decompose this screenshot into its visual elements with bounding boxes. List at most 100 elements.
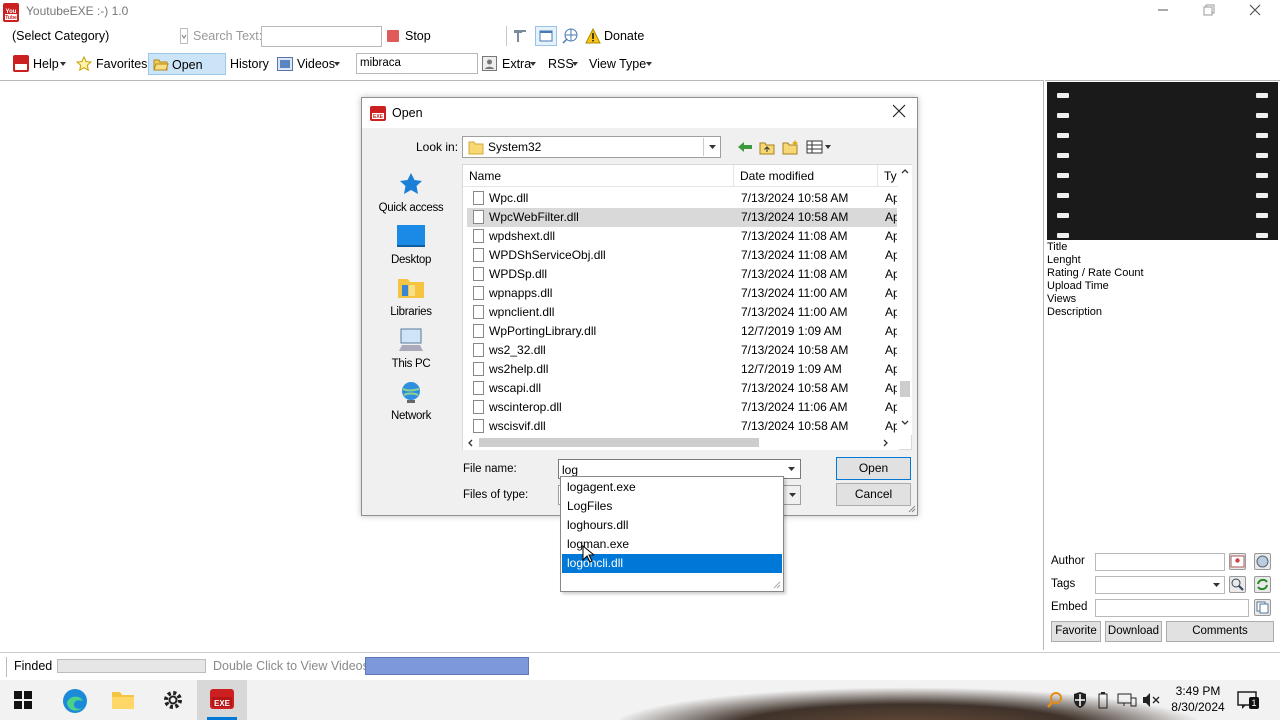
file-row[interactable]: WPDShServiceObj.dll 7/13/2024 11:08 AM Ap <box>467 246 897 265</box>
notification-center-button[interactable]: 1 <box>1237 690 1259 710</box>
category-select[interactable]: (Select Category) <box>12 25 109 47</box>
column-date-modified[interactable]: Date modified <box>740 169 814 183</box>
file-row[interactable]: ws2help.dll 12/7/2019 1:09 AM Ap <box>467 360 897 379</box>
column-name[interactable]: Name <box>469 169 501 183</box>
volume-tray-button[interactable] <box>1141 691 1161 709</box>
place-libraries[interactable]: Libraries <box>370 276 452 318</box>
video-search-input[interactable]: mibraca <box>356 53 478 74</box>
download-button[interactable]: Download <box>1105 621 1162 642</box>
comments-button[interactable]: Comments <box>1166 621 1274 642</box>
favorites-button[interactable]: Favorites <box>96 53 147 75</box>
film-hole <box>1057 133 1069 138</box>
autocomplete-item[interactable]: loghours.dll <box>562 516 782 535</box>
embed-field[interactable] <box>1095 599 1249 617</box>
toolbar-primary: (Select Category) Search Text: Stop Dona… <box>0 24 1280 50</box>
minimize-button[interactable] <box>1140 2 1186 22</box>
file-type: Ap <box>885 343 897 357</box>
stop-button[interactable]: Stop <box>405 25 431 47</box>
autocomplete-item-selected[interactable]: logoncli.dll <box>562 554 782 573</box>
tags-refresh-button[interactable] <box>1254 576 1271 593</box>
look-in-dropdown-arrow[interactable] <box>703 138 720 156</box>
place-network[interactable]: Network <box>370 380 452 422</box>
file-row[interactable]: Wpc.dll 7/13/2024 10:58 AM Ap <box>467 189 897 208</box>
view-menu-button[interactable] <box>806 139 832 155</box>
back-button[interactable] <box>737 140 753 154</box>
place-quick-access[interactable]: Quick access <box>370 172 452 214</box>
tools-button[interactable] <box>511 27 529 45</box>
help-menu[interactable]: Help <box>33 53 59 75</box>
file-explorer-taskbar-button[interactable] <box>111 689 135 711</box>
files-of-type-arrow[interactable] <box>783 486 800 504</box>
category-dropdown-arrow[interactable] <box>180 28 188 44</box>
file-row[interactable]: wpnclient.dll 7/13/2024 11:00 AM Ap <box>467 303 897 322</box>
place-this-pc[interactable]: This PC <box>370 328 452 370</box>
file-row[interactable]: WPDSp.dll 7/13/2024 11:08 AM Ap <box>467 265 897 284</box>
place-desktop[interactable]: Desktop <box>370 224 452 266</box>
file-row[interactable]: wscisvif.dll 7/13/2024 10:58 AM Ap <box>467 417 897 434</box>
file-type: Ap <box>885 362 897 376</box>
autocomplete-item[interactable]: logman.exe <box>562 535 782 554</box>
column-divider[interactable] <box>733 165 734 186</box>
vertical-scroll-thumb[interactable] <box>900 381 910 397</box>
resize-grip-icon[interactable] <box>771 579 781 589</box>
battery-tray-button[interactable] <box>1097 691 1109 709</box>
favorite-button[interactable]: Favorite <box>1051 621 1101 642</box>
dialog-close-button[interactable] <box>892 102 906 123</box>
rss-menu[interactable]: RSS <box>548 53 574 75</box>
security-tray-button[interactable] <box>1072 691 1088 709</box>
extra-menu[interactable]: Extra <box>502 53 531 75</box>
autocomplete-item[interactable]: logagent.exe <box>562 478 782 497</box>
file-list-horizontal-scrollbar[interactable] <box>463 435 899 450</box>
tags-dropdown[interactable] <box>1095 576 1225 594</box>
author-field[interactable] <box>1095 553 1225 571</box>
copy-embed-button[interactable] <box>1254 599 1271 616</box>
folder-icon <box>468 141 484 155</box>
donate-button[interactable]: Donate <box>604 25 644 47</box>
search-text-input[interactable] <box>261 26 382 47</box>
view-type-menu[interactable]: View Type <box>589 53 646 75</box>
file-list-vertical-scrollbar[interactable] <box>898 165 912 435</box>
restore-icon <box>1203 4 1215 16</box>
file-row[interactable]: ws2_32.dll 7/13/2024 10:58 AM Ap <box>467 341 897 360</box>
cancel-button[interactable]: Cancel <box>836 483 911 506</box>
edge-taskbar-button[interactable] <box>62 688 88 714</box>
look-in-dropdown[interactable]: System32 <box>462 136 721 158</box>
clock[interactable]: 3:49 PM 8/30/2024 <box>1171 683 1225 715</box>
window-mode-button[interactable] <box>535 26 557 46</box>
open-flv-button[interactable]: Open FLV <box>148 53 226 94</box>
file-name-input[interactable]: log <box>562 463 578 477</box>
file-name: wscisvif.dll <box>489 419 546 433</box>
file-row[interactable]: wscapi.dll 7/13/2024 10:58 AM Ap <box>467 379 897 398</box>
author-globe-button[interactable] <box>1254 553 1271 570</box>
search-tray-button[interactable] <box>1047 691 1063 709</box>
file-row-selected[interactable]: WpcWebFilter.dll 7/13/2024 10:58 AM Ap <box>467 208 897 227</box>
restore-button[interactable] <box>1186 2 1232 22</box>
file-name-autocomplete-list[interactable]: logagent.exe LogFiles loghours.dll logma… <box>560 476 784 592</box>
resize-grip-icon[interactable] <box>906 503 916 513</box>
file-row[interactable]: WpPortingLibrary.dll 12/7/2019 1:09 AM Ap <box>467 322 897 341</box>
file-row[interactable]: wpnapps.dll 7/13/2024 11:00 AM Ap <box>467 284 897 303</box>
autocomplete-item[interactable]: LogFiles <box>562 497 782 516</box>
network-button[interactable] <box>561 27 579 45</box>
youtube-exe-taskbar-button[interactable]: EXE <box>197 680 247 720</box>
close-button[interactable] <box>1232 2 1278 22</box>
open-button[interactable]: Open <box>836 457 911 480</box>
dialog-app-icon: EXE <box>370 106 386 121</box>
file-list[interactable]: Name Date modified Ty Wpc.dll 7/13/2024 1… <box>462 164 912 450</box>
file-row[interactable]: wpdshext.dll 7/13/2024 11:08 AM Ap <box>467 227 897 246</box>
videos-menu[interactable]: Videos <box>297 53 335 75</box>
start-button[interactable] <box>14 691 32 709</box>
horizontal-scroll-thumb[interactable] <box>479 438 759 447</box>
history-button[interactable]: History <box>230 53 269 75</box>
tags-search-button[interactable] <box>1229 576 1246 593</box>
settings-taskbar-button[interactable] <box>161 688 185 712</box>
up-folder-button[interactable] <box>759 139 775 155</box>
dll-file-icon <box>473 419 484 433</box>
new-folder-button[interactable] <box>782 139 800 155</box>
column-type[interactable]: Ty <box>884 169 897 183</box>
author-profile-button[interactable] <box>1229 553 1246 570</box>
film-hole <box>1256 233 1268 238</box>
file-row[interactable]: wscinterop.dll 7/13/2024 11:06 AM Ap <box>467 398 897 417</box>
column-divider[interactable] <box>877 165 878 186</box>
network-tray-button[interactable] <box>1117 691 1137 709</box>
